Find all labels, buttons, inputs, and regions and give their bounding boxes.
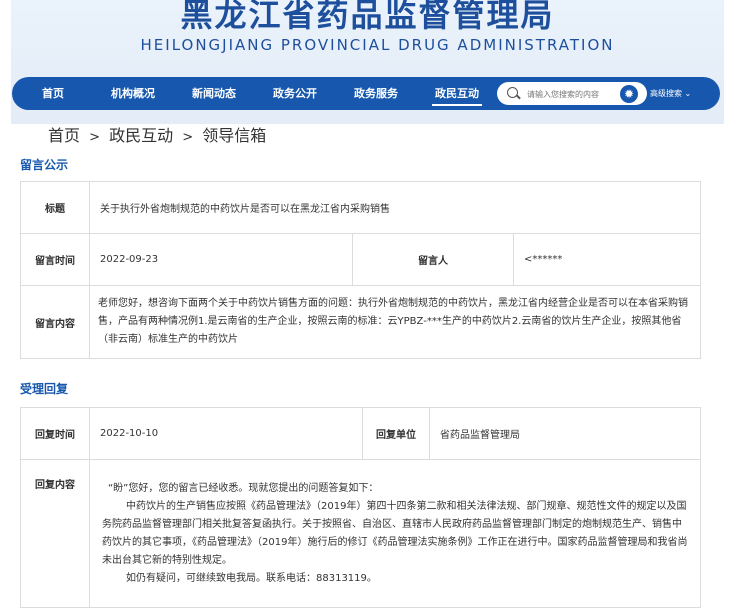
breadcrumb-interaction[interactable]: 政民互动 [109,126,173,145]
reply-greeting: “盼”您好，您的留言已经收悉。现就您提出的问题答复如下： [108,482,379,494]
nav-item-home[interactable]: 首页 [34,77,72,110]
reply-time-label: 回复时间 [20,407,90,460]
nav-item-news[interactable]: 新闻动态 [189,77,239,110]
reply-time-value: 2022-10-10 [89,407,363,460]
search-icon[interactable] [507,87,518,98]
reply-contact: 如仍有疑问，可继续致电我局。联系电话：88313119。 [126,572,377,584]
message-content-value: 老师您好，想咨询下面两个关于中药饮片销售方面的问题：执行外省炮制规范的中药饮片，… [89,285,701,359]
site-title-en: HEILONGJIANG PROVINCIAL DRUG ADMINISTRAT… [140,36,615,54]
chevron-down-icon: ⌄ [684,89,692,98]
message-time-label: 留言时间 [20,233,90,286]
message-section-title: 留言公示 [20,158,69,172]
emblem-icon: ✹ [618,83,640,105]
breadcrumb: 首页 > 政民互动 > 领导信箱 [48,122,270,146]
subject-label: 标题 [20,181,90,234]
search-input[interactable] [525,85,619,103]
site-header: 黑龙江省药品监督管理局 HEILONGJIANG PROVINCIAL DRUG… [11,0,724,124]
search-box: ✹ [497,82,647,105]
advanced-search-label: 高级搜索 [650,89,682,98]
reply-body: 中药饮片的生产销售应按照《药品管理法》（2019年）第四十四条第二款和相关法律法… [102,500,688,566]
reply-content-label: 回复内容 [20,459,90,608]
reply-section-title: 受理回复 [20,382,69,396]
nav-item-organization[interactable]: 机构概况 [108,77,158,110]
message-time-value: 2022-09-23 [89,233,353,286]
nav-item-interaction[interactable]: 政民互动 [432,77,482,110]
reply-unit-label: 回复单位 [362,407,430,460]
subject-value: 关于执行外省炮制规范的中药饮片是否可以在黑龙江省内采购销售 [89,181,701,234]
breadcrumb-mailbox: 领导信箱 [202,126,267,145]
message-table: 标题 关于执行外省炮制规范的中药饮片是否可以在黑龙江省内采购销售 留言时间 20… [20,181,701,359]
reply-content-value: “盼”您好，您的留言已经收悉。现就您提出的问题答复如下： 中药饮片的生产销售应按… [89,459,701,608]
nav-item-government-affairs[interactable]: 政务公开 [270,77,320,110]
nav-item-services[interactable]: 政务服务 [351,77,401,110]
reply-unit-value: 省药品监督管理局 [429,407,701,460]
message-person-value: <****** [513,233,701,286]
message-person-label: 留言人 [352,233,514,286]
message-content-label: 留言内容 [20,285,90,359]
advanced-search-link[interactable]: 高级搜索 ⌄ [650,77,691,110]
main-nav: 首页 机构概况 新闻动态 政务公开 政务服务 政民互动 ✹ 高级搜索 ⌄ [12,77,720,110]
site-title-cn: 黑龙江省药品监督管理局 [180,0,555,34]
breadcrumb-separator: > [182,130,194,145]
reply-table: 回复时间 2022-10-10 回复单位 省药品监督管理局 回复内容 “盼”您好… [20,407,701,608]
breadcrumb-home[interactable]: 首页 [48,126,80,145]
breadcrumb-separator: > [89,130,101,145]
